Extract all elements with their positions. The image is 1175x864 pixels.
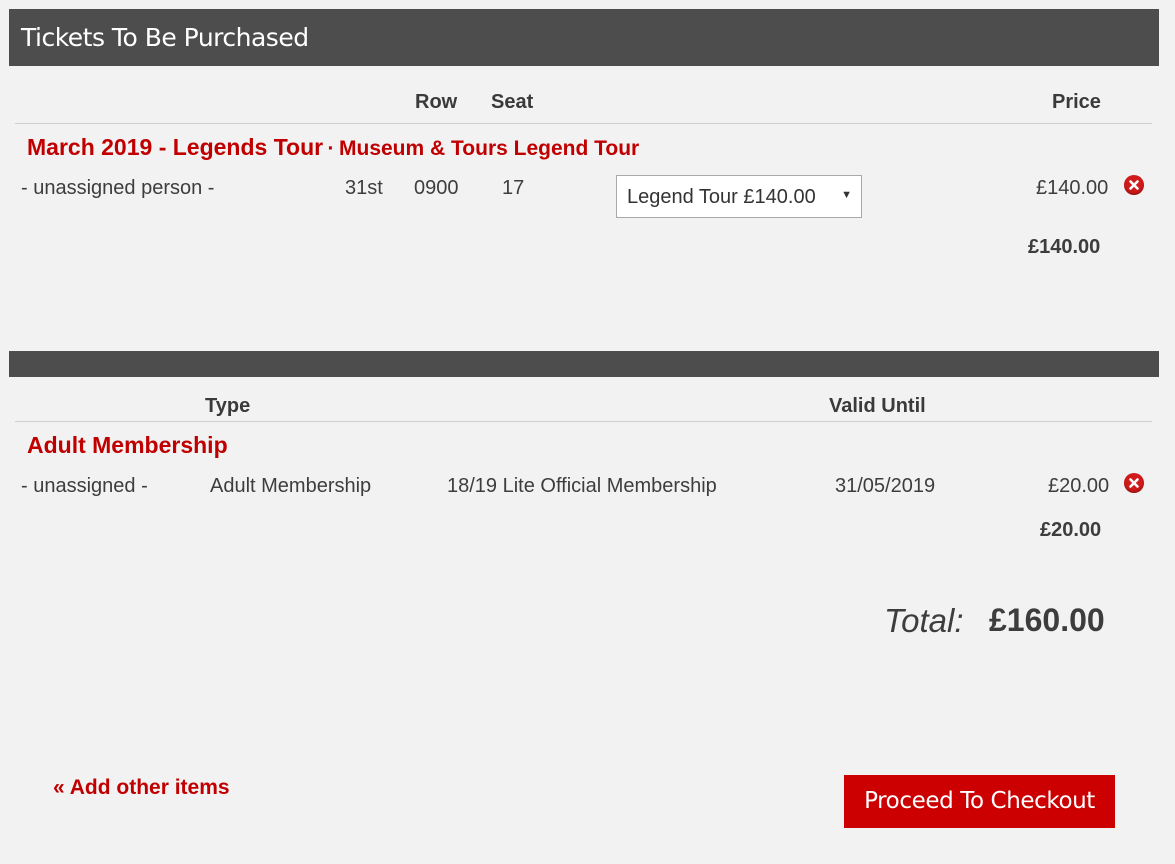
membership-person[interactable]: - unassigned - <box>21 475 148 498</box>
add-other-items-link[interactable]: « Add other items <box>53 776 230 800</box>
ticket-row: 0900 <box>414 177 459 199</box>
ticket-seat: 17 <box>502 177 525 199</box>
ticket-price: £140.00 <box>1036 177 1109 199</box>
column-header-type: Type <box>205 395 251 417</box>
membership-title: Adult Membership <box>27 432 228 458</box>
column-header-price: Price <box>1052 91 1101 113</box>
total-value: £160.00 <box>989 602 1105 638</box>
ticket-date: 31st <box>345 177 383 199</box>
ticket-subtotal: £140.00 <box>1028 236 1101 258</box>
membership-header-divider <box>15 421 1152 422</box>
membership-header-bar <box>9 351 1159 377</box>
remove-circle-icon[interactable] <box>1124 473 1144 493</box>
column-header-valid-until: Valid Until <box>829 395 926 417</box>
membership-subtotal: £20.00 <box>1040 519 1102 541</box>
event-separator: · <box>327 137 335 160</box>
proceed-to-checkout-button[interactable]: Proceed To Checkout <box>844 775 1115 828</box>
membership-valid-until: 31/05/2019 <box>835 475 936 497</box>
header-divider <box>15 123 1152 124</box>
ticket-person[interactable]: - unassigned person - <box>21 177 214 200</box>
tickets-header-bar: Tickets To Be Purchased <box>9 9 1159 66</box>
event-subtitle: Museum & Tours Legend Tour <box>339 137 640 160</box>
column-header-seat: Seat <box>491 91 534 113</box>
membership-type: Adult Membership <box>210 475 372 497</box>
event-heading: March 2019 - Legends Tour · Museum & Tou… <box>27 134 639 161</box>
membership-product: 18/19 Lite Official Membership <box>447 475 717 497</box>
column-header-row: Row <box>415 91 458 113</box>
remove-circle-icon[interactable] <box>1124 175 1144 195</box>
total-label: Total: <box>884 602 964 639</box>
section-title: Tickets To Be Purchased <box>21 23 309 52</box>
ticket-type-select[interactable]: Legend Tour £140.00 ▼ <box>616 175 862 218</box>
chevron-down-icon: ▼ <box>841 189 852 201</box>
membership-price: £20.00 <box>1048 475 1110 497</box>
ticket-type-value: Legend Tour £140.00 <box>627 186 816 208</box>
event-title: March 2019 - Legends Tour <box>27 134 324 160</box>
